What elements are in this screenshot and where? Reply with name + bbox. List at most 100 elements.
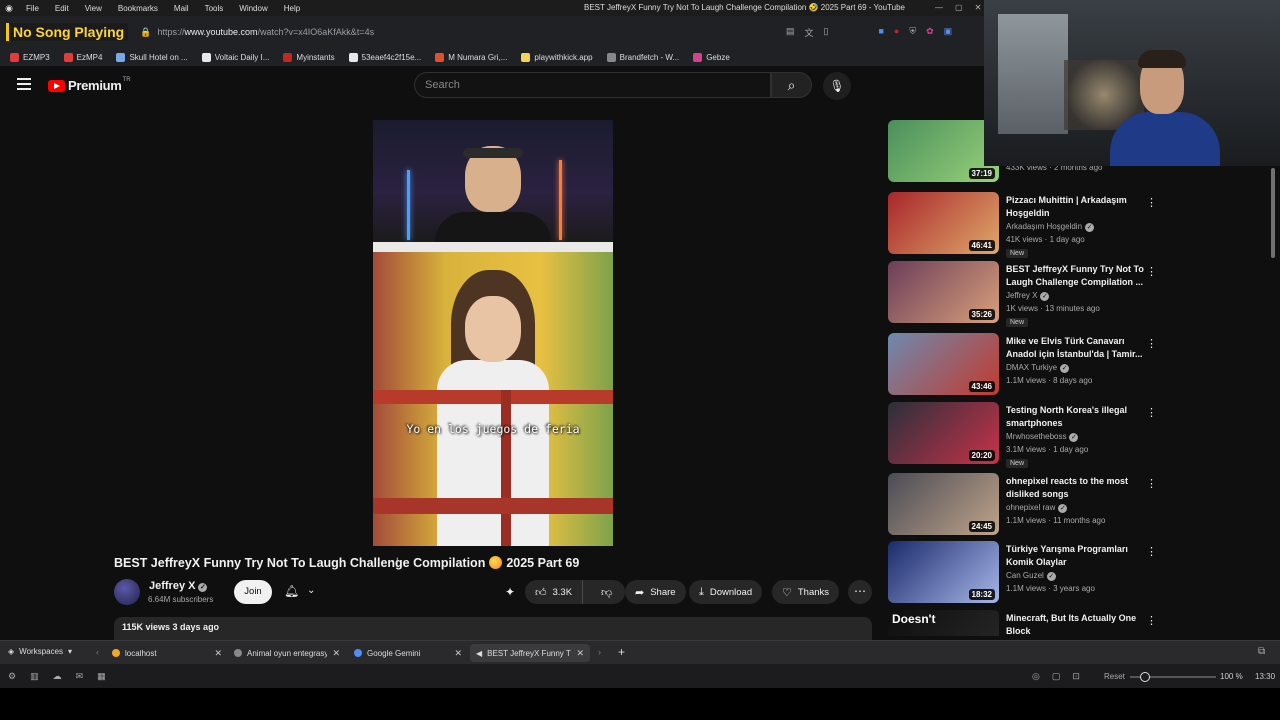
bookmark-item[interactable]: EZMP3 [10, 52, 50, 62]
recommendation-title[interactable]: Testing North Korea's illegal smartphone… [1006, 404, 1144, 430]
recommendation-title[interactable]: BEST JeffreyX Funny Try Not To Laugh Cha… [1006, 263, 1144, 289]
bookmark-icon[interactable]: ▯ [824, 26, 829, 39]
more-vertical-icon[interactable]: ⋮ [1146, 337, 1157, 350]
video-player[interactable]: Yo en los juegos de feria [373, 120, 613, 546]
extension-pink-icon[interactable]: ✿ [926, 26, 934, 39]
thanks-button[interactable]: ♡ Thanks [772, 580, 840, 604]
bookmark-item[interactable]: 53eaef4c2f15e... [348, 52, 421, 62]
menu-view[interactable]: View [77, 4, 110, 13]
menu-edit[interactable]: Edit [47, 4, 77, 13]
recommendation-channel[interactable]: ohnepixel raw ✓ [1006, 503, 1068, 513]
recommendation-title[interactable]: ohnepixel reacts to the most disliked so… [1006, 475, 1144, 501]
voice-search-button[interactable]: 🎙 [823, 72, 851, 100]
close-tab-icon[interactable]: ✕ [576, 648, 584, 659]
menu-hamburger-icon[interactable] [17, 78, 31, 90]
tabs-scroll-right-icon[interactable]: › [598, 647, 601, 657]
tiling-icon[interactable]: ▢ [1052, 671, 1061, 682]
maximize-icon[interactable]: ▢ [955, 3, 963, 12]
lock-icon[interactable]: 🔒 [140, 27, 151, 38]
tab-animal-oyun[interactable]: Animal oyun entegrasy ✕ [228, 644, 346, 662]
menu-file[interactable]: File [18, 4, 47, 13]
notification-bell-icon[interactable]: 🔔︎ [284, 584, 299, 598]
recommendation-channel[interactable]: DMAX Turkiye ✓ [1006, 363, 1070, 373]
menu-help[interactable]: Help [276, 4, 308, 13]
bookmark-item[interactable]: Voltaic Daily I... [201, 52, 269, 62]
panel-toggle-icon[interactable]: ▥ [30, 671, 39, 682]
minimize-icon[interactable]: — [935, 3, 943, 12]
tab-youtube-active[interactable]: ◀ BEST JeffreyX Funny Tr ✕ [470, 644, 590, 662]
cloud-icon[interactable]: ☁ [53, 671, 62, 682]
join-button[interactable]: Join [234, 580, 272, 604]
image-toggle-icon[interactable]: ⊡ [1072, 671, 1080, 682]
menu-tools[interactable]: Tools [197, 4, 232, 13]
bookmark-item[interactable]: playwithkick.app [521, 52, 593, 62]
recommendation-title[interactable]: Pizzacı Muhittin | Arkadaşım Hoşgeldin [1006, 194, 1144, 220]
recommendation-thumbnail[interactable]: 35:26 [888, 261, 999, 323]
recommendation-thumbnail[interactable]: 46:41 [888, 192, 999, 254]
close-tab-icon[interactable]: ✕ [214, 648, 222, 659]
capture-icon[interactable]: ◎ [1032, 671, 1040, 682]
channel-avatar[interactable] [114, 579, 140, 605]
reader-icon[interactable]: ▤ [786, 26, 795, 39]
more-vertical-icon[interactable]: ⋮ [1146, 477, 1157, 490]
recommendation-title[interactable]: Türkiye Yarışma Programları Komik Olayla… [1006, 543, 1144, 569]
scrollbar-thumb[interactable] [1271, 168, 1275, 258]
translate-icon[interactable]: 文 [805, 26, 814, 39]
mail-icon[interactable]: ✉ [76, 671, 84, 682]
bookmark-item[interactable]: Skull Hotel on ... [116, 52, 188, 62]
recommendation-thumbnail[interactable]: 18:32 [888, 541, 999, 603]
recommendation-item[interactable]: 35:26 BEST JeffreyX Funny Try Not To Laug… [888, 261, 1280, 327]
zoom-reset-button[interactable]: Reset [1104, 672, 1125, 681]
dislike-button[interactable]: 👎︎ [589, 580, 624, 604]
recommendation-item[interactable]: 24:45 ohnepixel reacts to the most dislik… [888, 473, 1280, 537]
sidebar-panel-icon[interactable]: ⧉ [1258, 646, 1265, 657]
recommendation-title[interactable]: Mike ve Elvis Türk Canavarı Anadol için … [1006, 335, 1144, 361]
menu-window[interactable]: Window [231, 4, 275, 13]
more-vertical-icon[interactable]: ⋮ [1146, 614, 1157, 627]
recommendation-channel[interactable]: Jeffrey X ✓ [1006, 291, 1050, 301]
recommendation-thumbnail[interactable]: 20:20 [888, 402, 999, 464]
more-vertical-icon[interactable]: ⋮ [1146, 196, 1157, 209]
bookmark-item[interactable]: M Numara Gri,... [435, 52, 507, 62]
recommendation-thumbnail[interactable]: 24:45 [888, 473, 999, 535]
shield-icon[interactable]: ⛨ [909, 26, 916, 39]
more-vertical-icon[interactable]: ⋮ [1146, 406, 1157, 419]
close-tab-icon[interactable]: ✕ [332, 648, 340, 659]
more-vertical-icon[interactable]: ⋮ [1146, 545, 1157, 558]
recommendation-item[interactable]: 43:46 Mike ve Elvis Türk Canavarı Anadol … [888, 333, 1280, 397]
recommendation-item[interactable]: Doesn't Minecraft, But Its Actually One B… [888, 610, 1280, 636]
bookmark-item[interactable]: Brandfetch - W... [606, 52, 679, 62]
recommendation-item[interactable]: 18:32 Türkiye Yarışma Programları Komik O… [888, 541, 1280, 605]
search-button[interactable]: ⌕ [771, 72, 812, 98]
recommendation-channel[interactable]: Mrwhosetheboss ✓ [1006, 432, 1079, 442]
new-tab-icon[interactable]: + [618, 645, 625, 659]
app-menu-icon[interactable]: ◉ [0, 3, 18, 14]
menu-mail[interactable]: Mail [166, 4, 197, 13]
more-actions-button[interactable]: ⋯ [848, 580, 872, 604]
ai-sparkle-icon[interactable]: ✦ [505, 585, 515, 599]
recommendation-title[interactable]: Minecraft, But Its Actually One Block [1006, 612, 1144, 636]
youtube-logo[interactable]: Premium TR [48, 77, 131, 93]
audio-playing-icon[interactable]: ◀ [476, 649, 482, 658]
zoom-slider-thumb[interactable] [1139, 672, 1150, 682]
download-button[interactable]: ⤓ Download [689, 580, 763, 604]
settings-icon[interactable]: ⚙ [8, 671, 16, 682]
bookmark-item[interactable]: EzMP4 [63, 52, 102, 62]
calendar-icon[interactable]: ▦ [97, 671, 106, 682]
menu-bookmarks[interactable]: Bookmarks [110, 4, 166, 13]
close-tab-icon[interactable]: ✕ [454, 648, 462, 659]
more-vertical-icon[interactable]: ⋮ [1146, 265, 1157, 278]
recommendation-item[interactable]: 46:41 Pizzacı Muhittin | Arkadaşım Hoşgel… [888, 192, 1280, 258]
search-input[interactable]: Search [414, 72, 771, 98]
bookmark-item[interactable]: Gebze [693, 52, 730, 62]
recommendation-thumbnail[interactable]: Doesn't [888, 610, 999, 636]
bookmark-item[interactable]: Myinstants [283, 52, 335, 62]
url-field[interactable]: 🔒 https:// www.youtube.com /watch?v=x4IO… [140, 27, 374, 38]
recommendation-channel[interactable]: Arkadaşım Hoşgeldin ✓ [1006, 222, 1095, 232]
channel-name[interactable]: Jeffrey X ✓ [149, 580, 208, 592]
workspaces-button[interactable]: ◈ Workspaces ▾ [8, 647, 72, 656]
like-button[interactable]: 👍︎ 3.3K [525, 580, 584, 604]
extension-blue-icon[interactable]: ▣ [944, 26, 953, 39]
share-button[interactable]: ➦ Share [625, 580, 686, 604]
tab-google-gemini[interactable]: Google Gemini ✕ [348, 644, 468, 662]
